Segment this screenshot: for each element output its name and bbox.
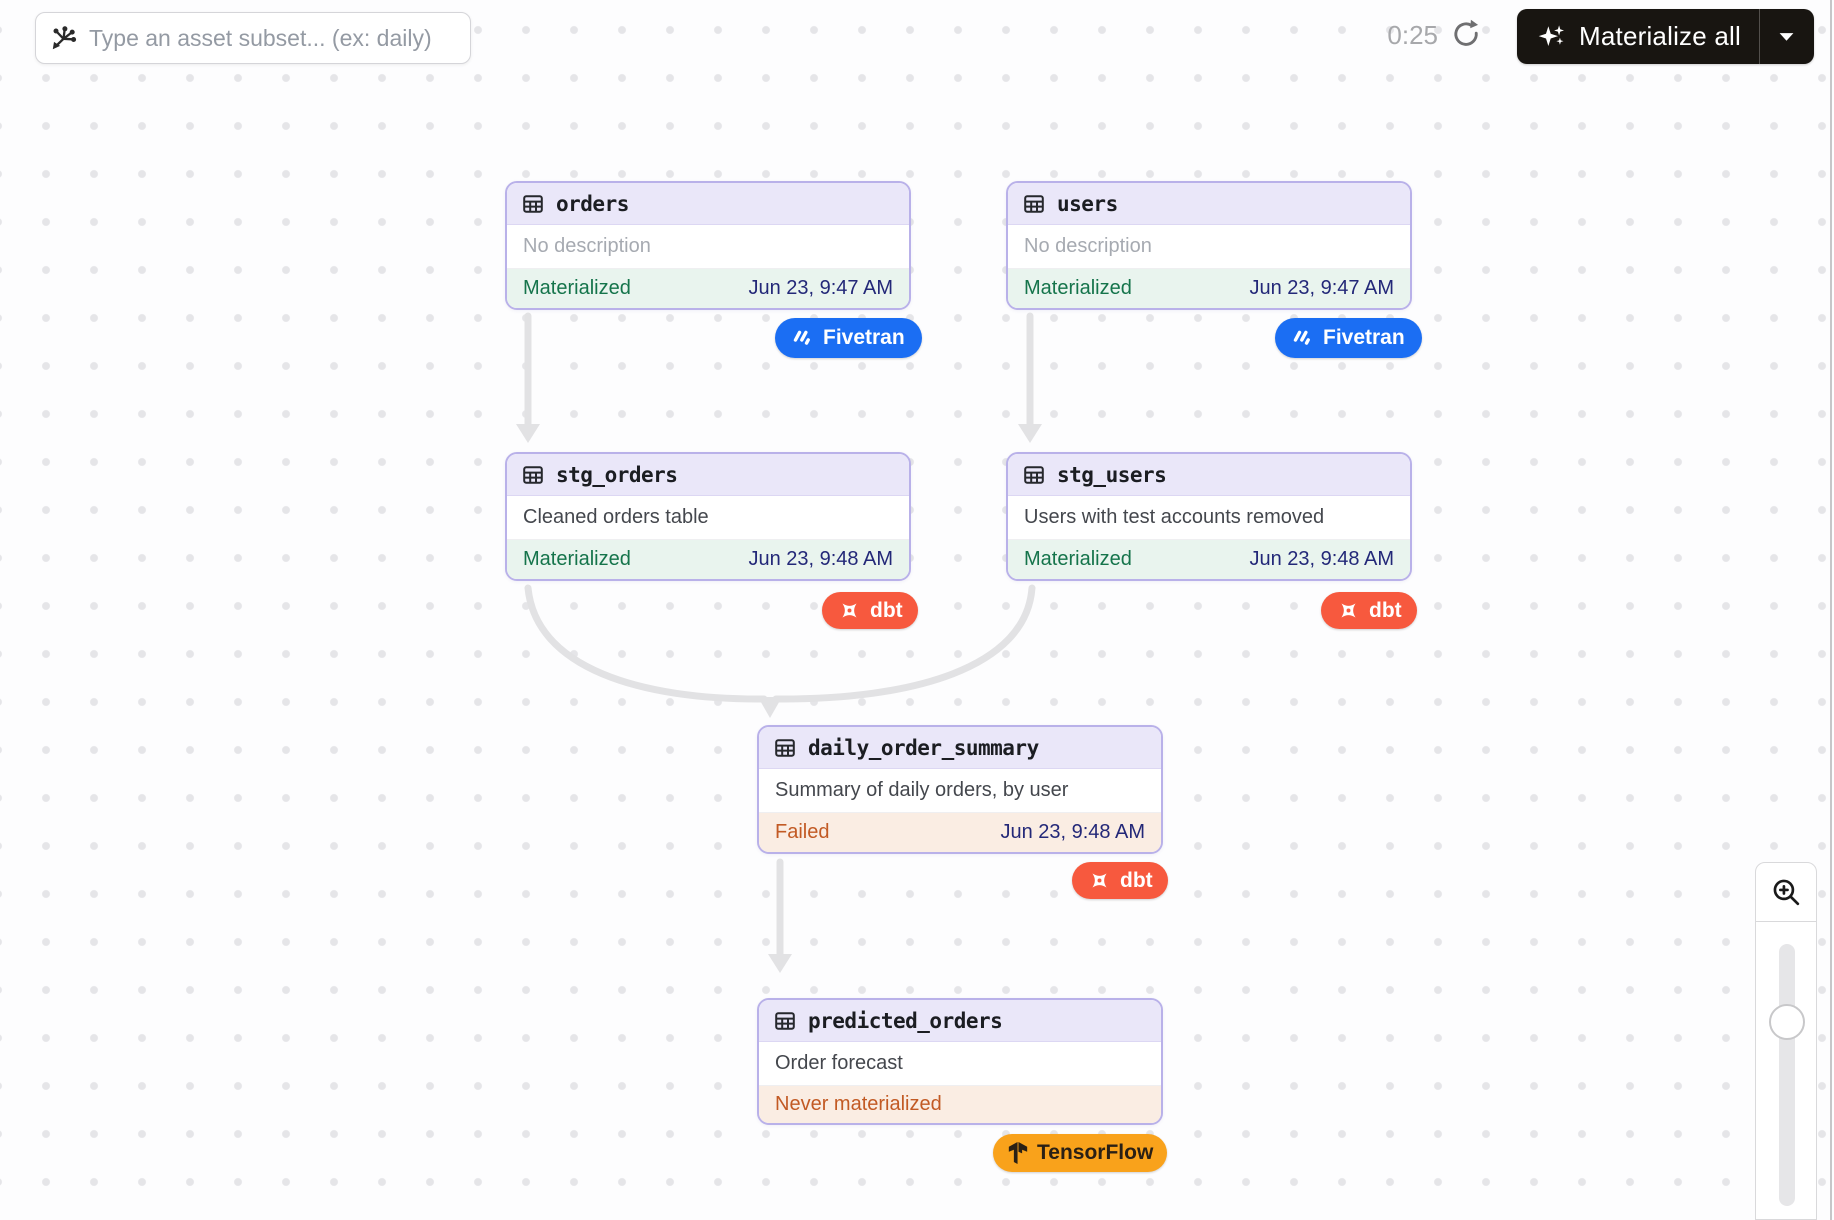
- table-grid-icon: [773, 1009, 797, 1033]
- refresh-timer: 0:25: [1374, 20, 1438, 51]
- materialize-all-button[interactable]: Materialize all: [1517, 9, 1759, 64]
- asset-node-title: users: [1057, 192, 1118, 216]
- asset-node-title: daily_order_summary: [808, 736, 1039, 760]
- asset-node-status-row: Failed Jun 23, 9:48 AM: [759, 813, 1161, 852]
- asset-filter-searchbox[interactable]: [35, 12, 471, 64]
- asset-node-header: stg_orders: [507, 454, 909, 496]
- status-label: Never materialized: [775, 1093, 942, 1116]
- fivetran-icon: [1292, 327, 1314, 349]
- table-grid-icon: [1022, 463, 1046, 487]
- asset-node-orders[interactable]: orders No description Materialized Jun 2…: [505, 181, 911, 310]
- badge-label: Fivetran: [823, 326, 905, 350]
- asset-node-title: predicted_orders: [808, 1009, 1002, 1033]
- magnifier-plus-icon: [1770, 876, 1803, 909]
- table-grid-icon: [1022, 192, 1046, 216]
- asset-node-title: orders: [556, 192, 629, 216]
- badge-label: dbt: [870, 599, 903, 623]
- fivetran-icon: [792, 327, 814, 349]
- status-label: Failed: [775, 821, 829, 844]
- status-timestamp: Jun 23, 9:48 AM: [1249, 548, 1394, 571]
- asset-node-status-row: Never materialized: [759, 1086, 1161, 1123]
- status-label: Materialized: [523, 548, 631, 571]
- zoom-slider-thumb[interactable]: [1769, 1004, 1805, 1040]
- materialize-options-button[interactable]: [1760, 9, 1814, 64]
- compute-kind-badge-dbt: dbt: [822, 592, 918, 629]
- asset-node-predicted_orders[interactable]: predicted_orders Order forecast Never ma…: [757, 998, 1163, 1125]
- badge-label: dbt: [1120, 869, 1153, 893]
- asset-node-stg_orders[interactable]: stg_orders Cleaned orders table Material…: [505, 452, 911, 581]
- viewport-right-divider: [1830, 0, 1832, 1220]
- asset-node-description: Users with test accounts removed: [1008, 496, 1410, 540]
- zoom-in-button[interactable]: [1755, 862, 1817, 922]
- badge-label: dbt: [1369, 599, 1402, 623]
- tensorflow-icon: [1007, 1141, 1029, 1165]
- materialize-all-label: Materialize all: [1579, 21, 1741, 52]
- dbt-icon: [837, 598, 862, 623]
- zoom-slider-track[interactable]: [1779, 944, 1795, 1206]
- status-timestamp: Jun 23, 9:47 AM: [748, 277, 893, 300]
- asset-node-description: Cleaned orders table: [507, 496, 909, 540]
- zoom-control: [1755, 862, 1817, 1220]
- status-label: Materialized: [1024, 277, 1132, 300]
- arrowhead-icon: [516, 424, 540, 443]
- status-label: Materialized: [523, 277, 631, 300]
- asset-node-description: No description: [507, 225, 909, 269]
- status-timestamp: Jun 23, 9:48 AM: [1000, 821, 1145, 844]
- asset-node-users[interactable]: users No description Materialized Jun 23…: [1006, 181, 1412, 310]
- asset-node-status-row: Materialized Jun 23, 9:48 AM: [507, 540, 909, 579]
- compute-kind-badge-dbt: dbt: [1072, 862, 1168, 899]
- edge-stg_orders-daily: [528, 588, 764, 699]
- asset-node-header: predicted_orders: [759, 1000, 1161, 1042]
- asset-node-title: stg_orders: [556, 463, 677, 487]
- asset-graph-icon: [50, 25, 77, 52]
- asset-node-description: Summary of daily orders, by user: [759, 769, 1161, 813]
- asset-node-status-row: Materialized Jun 23, 9:48 AM: [1008, 540, 1410, 579]
- compute-kind-badge-fivetran: Fivetran: [1275, 318, 1422, 358]
- caret-down-icon: [1778, 31, 1795, 42]
- sparkles-icon: [1537, 22, 1567, 52]
- asset-node-status-row: Materialized Jun 23, 9:47 AM: [1008, 269, 1410, 308]
- arrowhead-icon: [758, 697, 782, 718]
- asset-node-daily_order_summary[interactable]: daily_order_summary Summary of daily ord…: [757, 725, 1163, 854]
- status-timestamp: Jun 23, 9:48 AM: [748, 548, 893, 571]
- arrowhead-icon: [1018, 424, 1042, 443]
- asset-node-title: stg_users: [1057, 463, 1166, 487]
- asset-node-header: stg_users: [1008, 454, 1410, 496]
- arrowhead-icon: [768, 954, 792, 973]
- zoom-slider[interactable]: [1755, 922, 1817, 1220]
- asset-node-description: Order forecast: [759, 1042, 1161, 1086]
- asset-graph-canvas[interactable]: 0:25 Materialize all: [0, 0, 1834, 1220]
- status-label: Materialized: [1024, 548, 1132, 571]
- asset-node-stg_users[interactable]: stg_users Users with test accounts remov…: [1006, 452, 1412, 581]
- asset-filter-input[interactable]: [89, 25, 460, 52]
- asset-node-header: daily_order_summary: [759, 727, 1161, 769]
- asset-node-description: No description: [1008, 225, 1410, 269]
- asset-node-header: orders: [507, 183, 909, 225]
- dbt-icon: [1087, 868, 1112, 893]
- refresh-icon[interactable]: [1450, 18, 1482, 50]
- asset-node-header: users: [1008, 183, 1410, 225]
- status-timestamp: Jun 23, 9:47 AM: [1249, 277, 1394, 300]
- compute-kind-badge-dbt: dbt: [1321, 592, 1417, 629]
- table-grid-icon: [521, 192, 545, 216]
- compute-kind-badge-tensorflow: TensorFlow: [993, 1134, 1167, 1172]
- table-grid-icon: [773, 736, 797, 760]
- asset-node-status-row: Materialized Jun 23, 9:47 AM: [507, 269, 909, 308]
- table-grid-icon: [521, 463, 545, 487]
- badge-label: TensorFlow: [1037, 1141, 1153, 1165]
- badge-label: Fivetran: [1323, 326, 1405, 350]
- materialize-all-button-group: Materialize all: [1517, 9, 1814, 64]
- dbt-icon: [1336, 598, 1361, 623]
- compute-kind-badge-fivetran: Fivetran: [775, 318, 922, 358]
